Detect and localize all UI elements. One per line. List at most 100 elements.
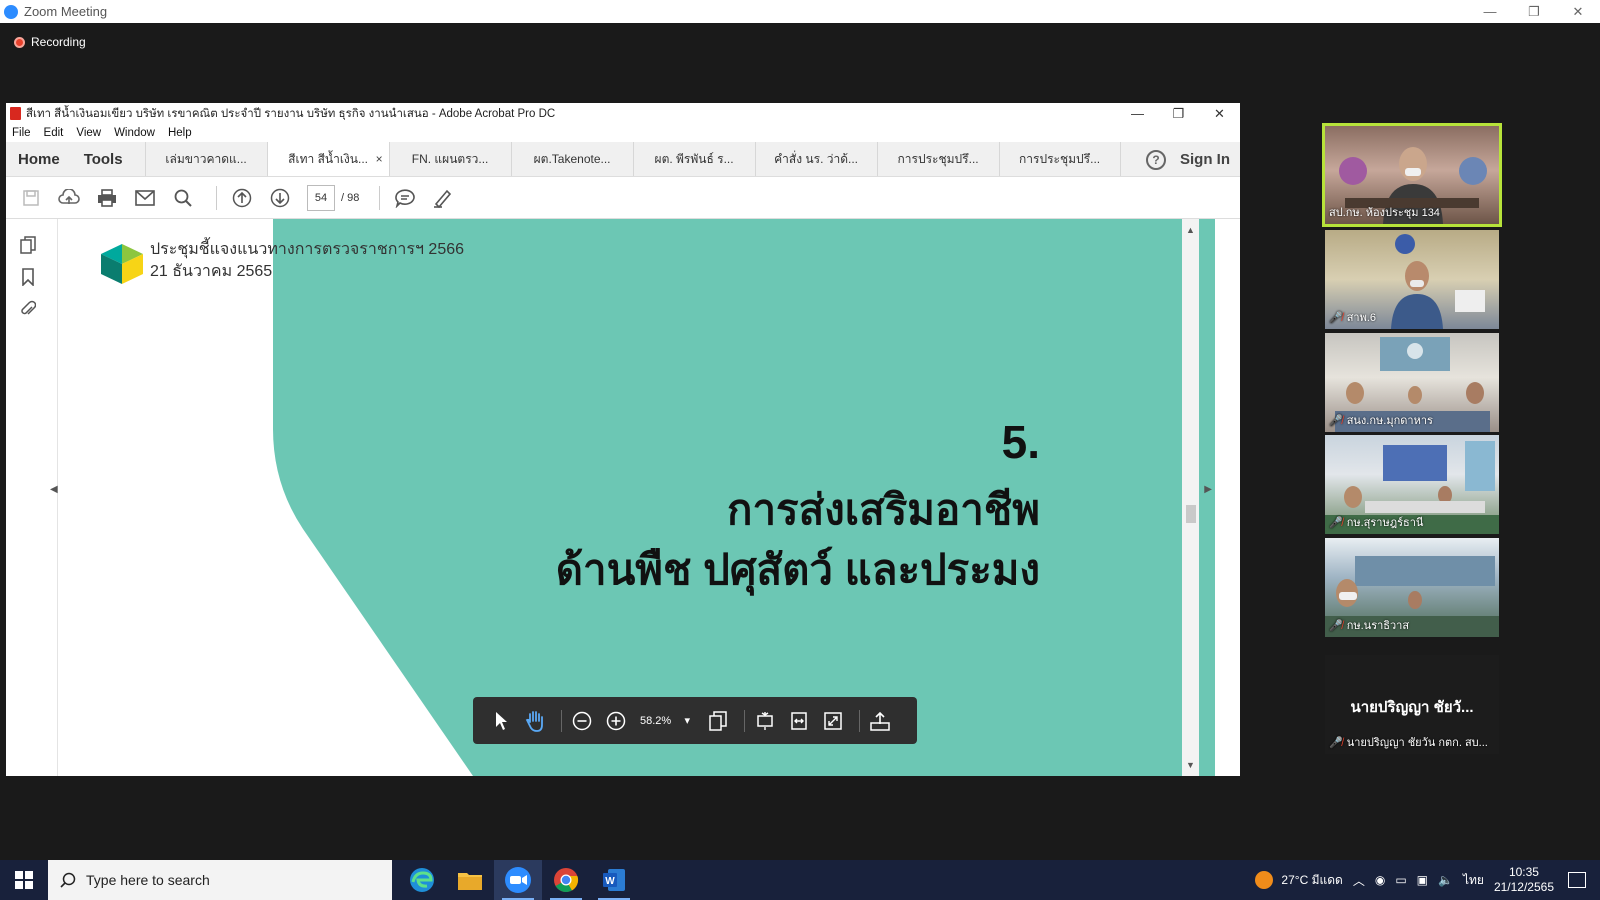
recording-indicator[interactable]: Recording [14,35,86,49]
print-icon[interactable] [92,183,122,213]
participant-name: 🎤̸ สาพ.6 [1329,311,1377,325]
clock-date: 21/12/2565 [1493,880,1554,894]
document-tab[interactable]: เล่มขาวคาดแ... [144,142,267,176]
recording-label: Recording [31,35,86,49]
pdf-page: ประชุมชี้แจงแนวทางการตรวจราชการฯ 2566 21… [58,219,1215,776]
comment-icon[interactable] [390,183,420,213]
acrobat-minimize-button[interactable]: — [1117,103,1158,124]
menu-help[interactable]: Help [168,127,192,139]
zoom-out-icon[interactable] [568,707,596,735]
participant-name-tile[interactable]: นายปริญญา ชัยวั... 🎤̸ นายปริญญา ชัยวัน ก… [1325,655,1499,754]
document-tab[interactable]: คำสั่ง นร. ว่าด้... [754,142,877,176]
document-tab[interactable]: การประชุมปรึ... [876,142,999,176]
sign-in-button[interactable]: Sign In [1180,151,1230,168]
document-tab[interactable]: ผต.Takenote... [510,142,633,176]
page-display-icon[interactable] [704,707,732,735]
full-screen-icon[interactable] [819,707,847,735]
collapse-left-panel-icon[interactable]: ◀ [50,484,58,495]
page-thumbnails-icon[interactable] [18,235,38,255]
scroll-thumb[interactable] [1186,505,1196,523]
notification-center-icon[interactable] [1568,872,1586,888]
fit-page-icon[interactable] [751,707,779,735]
help-icon[interactable]: ? [1146,149,1166,170]
weather-text[interactable]: 27°C มีแดด [1281,871,1342,890]
slide-title-line2: ด้านพืช ปศุสัตว์ และประมง [555,546,1040,593]
attachment-icon[interactable] [18,299,38,319]
scroll-up-icon[interactable]: ▲ [1186,225,1195,235]
participant-display-name: นายปริญญา ชัยวั... [1350,699,1474,716]
word-app-icon[interactable]: W [590,860,638,900]
taskbar-search-input[interactable]: Type here to search [48,860,392,900]
file-explorer-icon[interactable] [446,860,494,900]
zoom-close-button[interactable]: ✕ [1556,0,1600,23]
tab-close-icon[interactable]: × [376,152,383,166]
menu-view[interactable]: View [76,127,101,139]
zoom-in-icon[interactable] [602,707,630,735]
recording-dot-icon [14,36,25,48]
zoom-app-icon[interactable] [494,860,542,900]
page-number-input[interactable]: 54 [307,184,335,211]
menu-bar: File Edit View Window Help [6,124,1240,142]
taskbar-clock[interactable]: 10:35 21/12/2565 [1494,865,1554,895]
select-cursor-icon[interactable] [487,707,515,735]
menu-window[interactable]: Window [114,127,155,139]
document-tab[interactable]: ผต. พีรพันธ์ ร... [632,142,755,176]
tab-home[interactable]: Home [6,142,72,176]
participant-video-tile[interactable]: 🎤̸ กษ.สุราษฎร์ธานี [1325,435,1499,534]
participant-video-tile[interactable]: 🎤̸ สาพ.6 [1325,230,1499,329]
input-language[interactable]: ไทย [1463,871,1484,890]
document-tabs: Home Tools เล่มขาวคาดแ... สีเทา สีน้ำเงิ… [6,142,1240,177]
volume-icon[interactable]: 🔈 [1438,873,1453,887]
toolbar-divider [561,709,562,732]
hand-tool-icon[interactable] [521,707,549,735]
windows-start-icon[interactable] [0,860,48,900]
acrobat-restore-button[interactable]: ❐ [1158,103,1199,124]
acrobat-close-button[interactable]: ✕ [1199,103,1240,124]
muted-microphone-icon: 🎤̸ [1329,516,1343,529]
vertical-scrollbar[interactable]: ▲ ▼ [1182,219,1199,776]
document-tab-active[interactable]: สีเทา สีน้ำเงิน... × [266,142,389,176]
participant-video-tile[interactable]: 🎤̸ สนง.กษ.มุกดาหาร [1325,333,1499,432]
display-icon[interactable]: ▣ [1417,873,1428,887]
edge-browser-icon[interactable] [398,860,446,900]
meet-now-icon[interactable]: ◉ [1375,873,1385,887]
participant-name: 🎤̸ สนง.กษ.มุกดาหาร [1329,414,1433,428]
navigation-rail: ◀ [6,219,58,776]
participant-name: สป.กษ. ห้องประชุม 134 [1329,207,1440,219]
zoom-minimize-button[interactable]: — [1468,0,1512,23]
collapse-right-panel-icon[interactable]: ▶ [1204,484,1212,495]
participant-video-tile[interactable]: 🎤̸ กษ.นราธิวาส [1325,538,1499,637]
chrome-browser-icon[interactable] [542,860,590,900]
document-tab[interactable]: การประชุมปรึ... [998,142,1121,176]
menu-edit[interactable]: Edit [44,127,64,139]
cloud-upload-icon[interactable] [54,183,84,213]
zoom-level-select[interactable]: 58.2% ▾ [636,709,694,733]
document-tab[interactable]: FN. แผนตรว... [388,142,511,176]
participant-video-tile[interactable]: สป.กษ. ห้องประชุม 134 [1322,123,1502,227]
network-icon[interactable]: ▭ [1395,873,1406,887]
muted-microphone-icon: 🎤̸ [1329,736,1343,749]
highlight-pen-icon[interactable] [428,183,458,213]
acrobat-window: สีเทา สีน้ำเงินอมเขียว บริษัท เรขาคณิต ป… [6,103,1240,776]
search-icon [60,872,76,888]
bookmark-icon[interactable] [18,267,38,287]
document-tab-label: ผต.Takenote... [533,151,611,166]
share-export-icon[interactable] [866,707,894,735]
weather-sun-icon[interactable] [1255,871,1274,889]
previous-page-icon[interactable] [227,183,257,213]
scroll-down-icon[interactable]: ▼ [1186,760,1195,770]
svg-text:W: W [605,876,615,887]
acrobat-toolbar: 54 / 98 [6,177,1240,219]
tab-tools[interactable]: Tools [72,142,145,176]
zoom-restore-button[interactable]: ❐ [1512,0,1556,23]
fit-width-icon[interactable] [785,707,813,735]
search-icon[interactable] [168,183,198,213]
show-hidden-icons-icon[interactable]: ︿ [1353,872,1365,889]
system-tray: 27°C มีแดด ︿ ◉ ▭ ▣ 🔈 ไทย 10:35 21/12/256… [1255,860,1600,900]
toolbar-divider [216,185,217,210]
slide-header: ประชุมชี้แจงแนวทางการตรวจราชการฯ 2566 21… [150,239,464,283]
menu-file[interactable]: File [12,127,31,139]
next-page-icon[interactable] [265,183,295,213]
email-icon[interactable] [130,183,160,213]
save-icon[interactable] [16,183,46,213]
